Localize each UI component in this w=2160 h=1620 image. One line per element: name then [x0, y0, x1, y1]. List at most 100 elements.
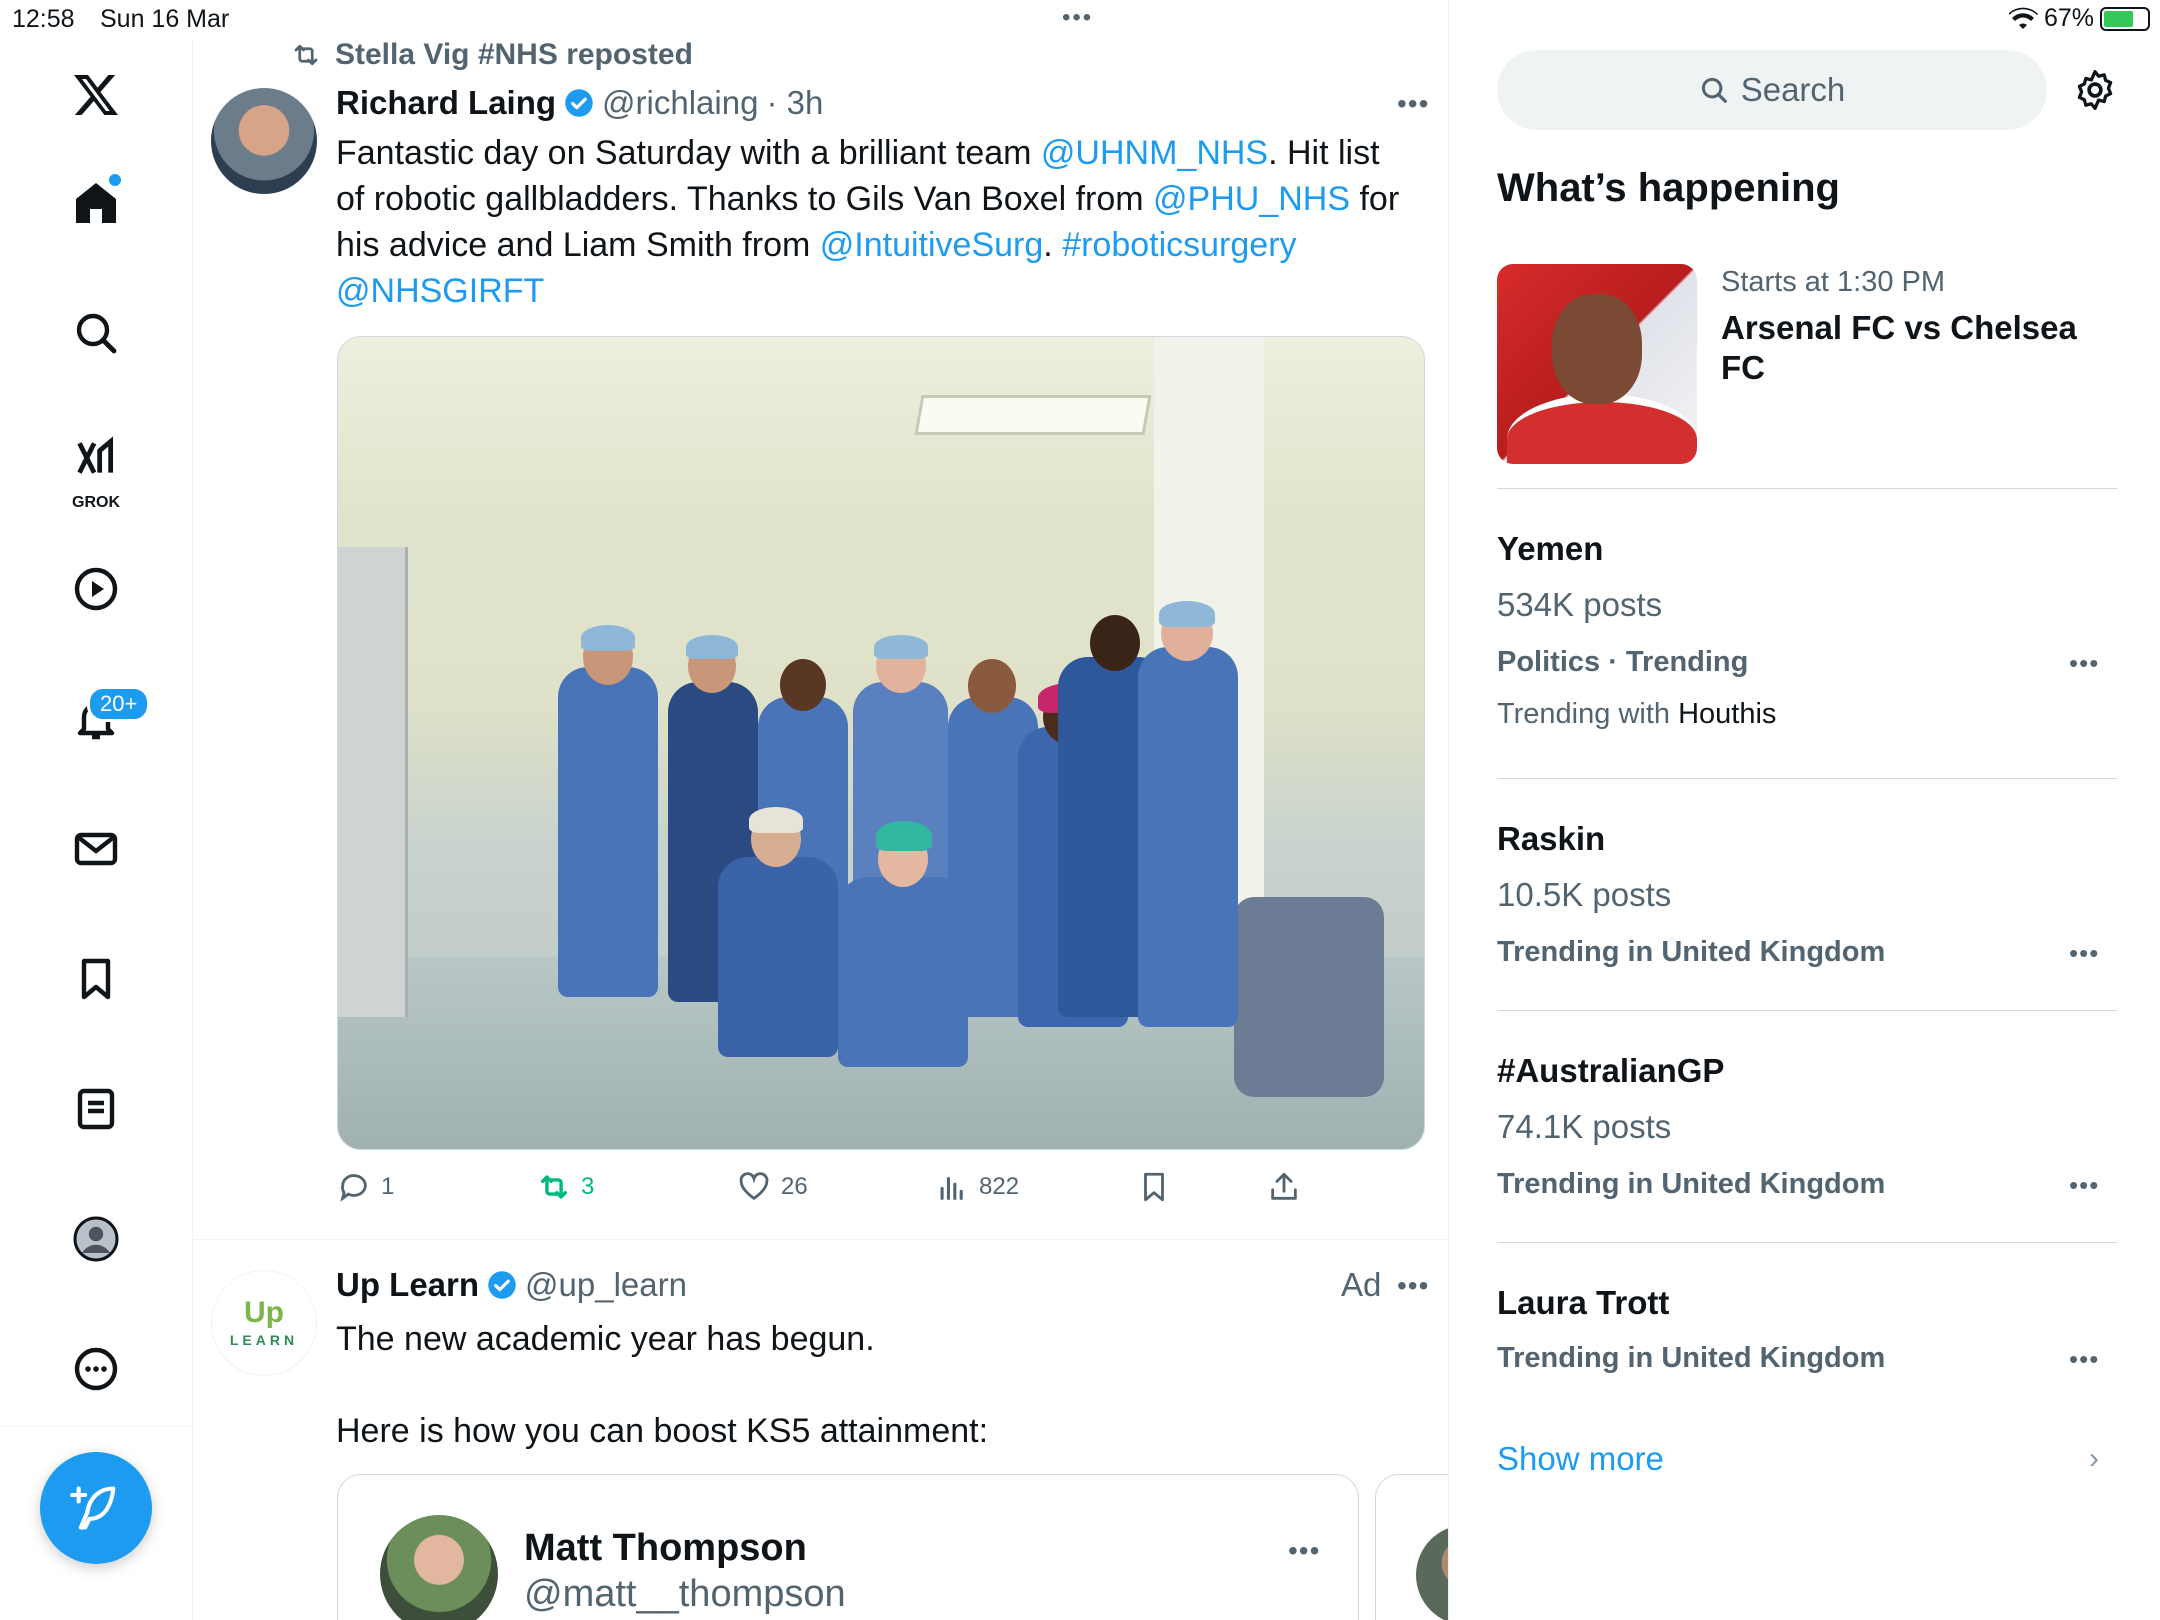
ad-card-next[interactable] [1375, 1474, 1448, 1620]
verified-badge-icon [565, 89, 593, 117]
tweet-link[interactable]: @IntuitiveSurg [820, 226, 1044, 264]
tweet-more-icon[interactable]: ••• [1397, 88, 1429, 120]
tweet-actions: 1 3 26 822 [337, 1170, 1337, 1210]
trend-with: Trending with Houthis [1497, 698, 1777, 730]
tweet-photo[interactable] [337, 336, 1425, 1150]
card-more-icon[interactable]: ••• [1288, 1535, 1320, 1567]
profile-icon[interactable] [63, 1206, 129, 1272]
chevron-right-icon: › [2089, 1442, 2099, 1475]
grok-label: GROK [72, 494, 120, 511]
home-icon[interactable] [63, 170, 129, 236]
reply-button[interactable]: 1 [337, 1170, 394, 1204]
trend-more-icon[interactable]: ••• [2069, 648, 2099, 679]
trend-divider [1497, 488, 2117, 489]
trend-title[interactable]: Yemen [1497, 530, 1603, 568]
x-logo-icon[interactable] [63, 62, 129, 128]
trend-meta: Trending in United Kingdom [1497, 936, 1886, 968]
up-learn-logo-word: LEARN [229, 1332, 299, 1348]
like-count: 26 [781, 1173, 808, 1200]
search-icon [1701, 77, 1727, 103]
repost-label: Stella Vig #NHS reposted [335, 38, 693, 71]
views-button[interactable]: 822 [935, 1170, 1019, 1204]
trend-posts: 10.5K posts [1497, 876, 1672, 913]
ad-more-icon[interactable]: ••• [1397, 1270, 1429, 1302]
card-next-avatar [1416, 1525, 1448, 1620]
event-title[interactable]: Arsenal FC vs Chelsea FC [1721, 308, 2101, 388]
repost-context[interactable]: Stella Vig #NHS reposted [289, 38, 693, 72]
tweet-text-segment: . [1043, 226, 1063, 264]
advertiser-avatar[interactable]: Up LEARN [211, 1270, 317, 1376]
trend-divider [1497, 1010, 2117, 1011]
tweet-divider [193, 1239, 1448, 1240]
trend-meta: Trending in United Kingdom [1497, 1342, 1886, 1374]
like-button[interactable]: 26 [737, 1170, 808, 1204]
trend-posts: 74.1K posts [1497, 1108, 1672, 1145]
compose-post-button[interactable] [40, 1452, 152, 1564]
tweet-link[interactable]: @UHNM_NHS [1041, 134, 1268, 172]
card-handle: @matt__thompson [524, 1573, 846, 1615]
ad-card[interactable]: Matt Thompson @matt__thompson ••• [337, 1474, 1359, 1620]
bookmark-button[interactable] [1137, 1170, 1171, 1204]
search-input[interactable]: Search [1497, 50, 2047, 130]
repost-icon [540, 1175, 568, 1199]
trend-divider [1497, 1242, 2117, 1243]
ad-label: Ad [1341, 1266, 1382, 1303]
mail-icon[interactable] [63, 816, 129, 882]
reply-count: 1 [381, 1173, 395, 1200]
trend-meta: Trending in United Kingdom [1497, 1168, 1886, 1200]
settings-gear-icon[interactable] [2073, 68, 2117, 112]
trend-title[interactable]: #AustralianGP [1497, 1052, 1724, 1090]
heart-icon [739, 1172, 769, 1201]
search-placeholder: Search [1740, 71, 1846, 108]
repost-button[interactable]: 3 [537, 1170, 594, 1204]
notifications-icon[interactable]: 20+ [63, 686, 151, 752]
bookmark-icon[interactable] [63, 946, 129, 1012]
trend-meta: Politics · Trending [1497, 646, 1749, 678]
tweet-time[interactable]: · 3h [766, 84, 823, 122]
ad-tweet-header: Up Learn @up_learn [336, 1266, 687, 1304]
tweet-link[interactable]: @NHSGIRFT [336, 272, 544, 310]
trend-title[interactable]: Raskin [1497, 820, 1605, 858]
author-handle[interactable]: @richlaing [602, 84, 758, 122]
author-avatar[interactable] [211, 88, 317, 194]
right-sidebar: Search What’s happening Starts at 1:30 P… [1449, 0, 2160, 1620]
video-icon[interactable] [63, 556, 129, 622]
view-count: 822 [979, 1173, 1020, 1200]
author-name[interactable]: Richard Laing [336, 84, 556, 122]
share-button[interactable] [1267, 1170, 1301, 1204]
lists-icon[interactable] [63, 1076, 129, 1142]
reply-icon [340, 1174, 367, 1202]
trend-with-topic[interactable]: Houthis [1678, 698, 1776, 730]
timeline: Stella Vig #NHS reposted Richard Laing @… [193, 0, 1449, 1620]
trend-divider [1497, 778, 2117, 779]
status-time: 12:58 [12, 5, 75, 33]
tweet-text: Fantastic day on Saturday with a brillia… [336, 130, 1416, 314]
nav-divider [0, 1426, 193, 1427]
verified-badge-icon [488, 1271, 516, 1299]
trend-more-icon[interactable]: ••• [2069, 1170, 2099, 1201]
share-icon [1271, 1172, 1297, 1200]
trend-more-icon[interactable]: ••• [2069, 1344, 2099, 1375]
home-unread-dot [109, 174, 121, 186]
more-options-icon[interactable] [63, 1336, 129, 1402]
bookmark-icon [1144, 1172, 1164, 1202]
advertiser-handle[interactable]: @up_learn [525, 1266, 687, 1304]
ad-text-line2: Here is how you can boost KS5 attainment… [336, 1412, 989, 1450]
tweet-header: Richard Laing @richlaing · 3h [336, 84, 823, 122]
tweet-link[interactable]: #roboticsurgery [1062, 226, 1296, 264]
card-name: Matt Thompson [524, 1527, 807, 1569]
up-learn-logo-mark: Up [244, 1296, 284, 1329]
trend-more-icon[interactable]: ••• [2069, 938, 2099, 969]
search-icon[interactable] [63, 300, 129, 366]
repost-icon [294, 44, 318, 66]
advertiser-name[interactable]: Up Learn [336, 1266, 479, 1304]
trend-posts: 534K posts [1497, 586, 1663, 623]
grok-icon[interactable]: GROK [63, 426, 129, 511]
tweet-text-segment: Fantastic day on Saturday with a brillia… [336, 134, 1041, 172]
trend-title[interactable]: Laura Trott [1497, 1284, 1669, 1322]
compose-feather-icon [70, 1486, 116, 1530]
left-nav: GROK 20+ [0, 40, 193, 1620]
event-thumbnail[interactable] [1497, 264, 1697, 464]
show-more-link[interactable]: Show more [1497, 1440, 1664, 1478]
tweet-link[interactable]: @PHU_NHS [1153, 180, 1350, 218]
